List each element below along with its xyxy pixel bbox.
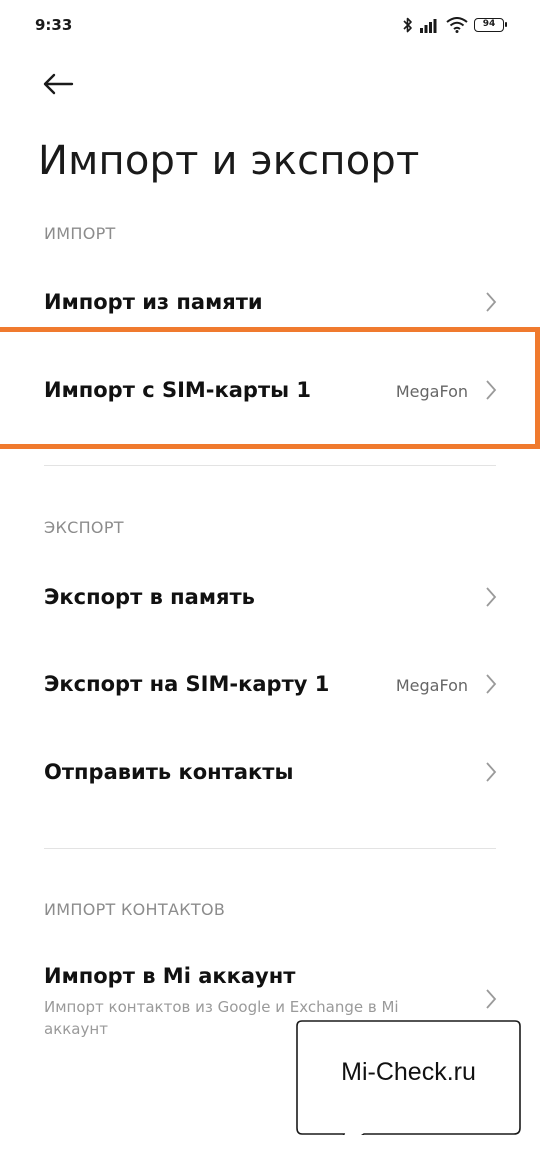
import-from-sim-row[interactable]: Импорт с SIM-карты 1 MegaFon (0, 346, 540, 436)
wifi-icon (446, 17, 468, 33)
send-contacts-row[interactable]: Отправить контакты (0, 730, 540, 816)
export-to-memory-row[interactable]: Экспорт в память (0, 556, 540, 640)
chevron-right-icon (486, 674, 497, 694)
page-title: Импорт и экспорт (38, 138, 420, 184)
divider (44, 465, 496, 466)
sim-operator-label: MegaFon (395, 382, 468, 401)
watermark-text: Mi-Check.ru (341, 1058, 476, 1086)
battery-icon: 94 (474, 18, 507, 32)
back-arrow-icon (43, 73, 74, 95)
status-time: 9:33 (35, 16, 73, 34)
watermark-bubble: Mi-Check.ru (296, 1020, 521, 1135)
chevron-right-icon (486, 762, 497, 782)
status-icons: 94 (402, 14, 507, 36)
status-bar: 9:33 94 (0, 0, 540, 52)
section-header-import: ИМПОРТ (44, 224, 116, 243)
section-header-import-contacts: ИМПОРТ КОНТАКТОВ (44, 900, 226, 919)
section-header-export: ЭКСПОРТ (44, 518, 124, 537)
export-to-sim-row[interactable]: Экспорт на SIM-карту 1 MegaFon (0, 642, 540, 728)
divider (44, 848, 496, 849)
row-title: Импорт из памяти (44, 290, 263, 314)
chevron-right-icon (486, 380, 497, 400)
import-from-memory-row[interactable]: Импорт из памяти (0, 262, 540, 344)
sim-operator-label: MegaFon (395, 676, 468, 695)
row-title: Отправить контакты (44, 760, 294, 784)
chevron-right-icon (486, 587, 497, 607)
row-title: Экспорт в память (44, 585, 255, 609)
signal-icon (420, 19, 437, 33)
bluetooth-icon (403, 17, 412, 33)
row-title: Импорт в Mi аккаунт (44, 964, 296, 988)
chevron-right-icon (486, 292, 497, 312)
back-button[interactable] (36, 66, 80, 102)
row-title: Импорт с SIM-карты 1 (44, 378, 312, 402)
chevron-right-icon (486, 989, 497, 1009)
row-title: Экспорт на SIM-карту 1 (44, 672, 330, 696)
